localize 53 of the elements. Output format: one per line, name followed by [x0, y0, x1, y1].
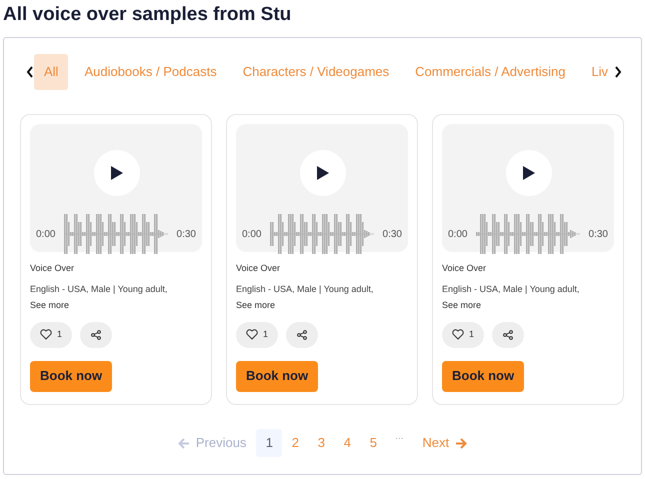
voice-details: English - USA, Male | Young adult,: [442, 282, 580, 296]
page-button[interactable]: 3: [308, 429, 334, 457]
section-title: All voice over samples from Stu: [3, 3, 292, 27]
next-button[interactable]: Next: [416, 433, 474, 453]
voice-details: English - USA, Male | Young adult,: [30, 282, 168, 296]
page-button[interactable]: 4: [334, 429, 360, 457]
start-time: 0:00: [36, 228, 56, 242]
like-button[interactable]: 1: [442, 322, 484, 348]
category-tab[interactable]: Liv: [581, 54, 614, 90]
share-button[interactable]: [492, 322, 524, 348]
pagination-ellipsis: ...: [394, 430, 405, 444]
voice-details: English - USA, Male | Young adult,: [236, 282, 374, 296]
category-tab[interactable]: All: [34, 54, 68, 90]
play-icon: [110, 165, 124, 181]
share-button[interactable]: [286, 322, 318, 348]
share-icon: [297, 330, 308, 340]
end-time: 0:30: [588, 228, 608, 242]
category-tab[interactable]: Audiobooks / Podcasts: [74, 54, 227, 90]
see-more-link[interactable]: See more: [30, 299, 202, 312]
book-now-button[interactable]: Book now: [30, 360, 112, 392]
like-button[interactable]: 1: [236, 322, 278, 348]
share-button[interactable]: [80, 322, 112, 348]
end-time: 0:30: [382, 228, 402, 242]
play-icon: [316, 165, 330, 181]
page-button[interactable]: 5: [360, 429, 386, 457]
category-label: Voice Over: [236, 262, 282, 275]
play-button[interactable]: [94, 150, 140, 196]
page-button[interactable]: 1: [256, 429, 282, 457]
book-now-button[interactable]: Book now: [236, 360, 318, 392]
share-icon: [503, 330, 514, 340]
book-now-button[interactable]: Book now: [442, 360, 524, 392]
start-time: 0:00: [242, 228, 262, 242]
chevron-right-icon[interactable]: [614, 66, 622, 78]
category-label: Voice Over: [30, 262, 76, 275]
play-button[interactable]: [300, 150, 346, 196]
heart-icon: [40, 329, 52, 340]
start-time: 0:00: [448, 228, 468, 242]
end-time: 0:30: [176, 228, 196, 242]
category-tab[interactable]: Commercials / Advertising: [405, 54, 576, 90]
heart-icon: [246, 329, 258, 340]
play-icon: [522, 165, 536, 181]
arrow-left-icon: [178, 438, 190, 448]
chevron-left-icon[interactable]: [26, 66, 34, 78]
heart-icon: [452, 329, 464, 340]
see-more-link[interactable]: See more: [442, 299, 614, 312]
share-icon: [91, 330, 102, 340]
like-button[interactable]: 1: [30, 322, 72, 348]
category-tab[interactable]: Characters / Videogames: [232, 54, 400, 90]
arrow-right-icon: [455, 438, 468, 448]
see-more-link[interactable]: See more: [236, 299, 408, 312]
page-button[interactable]: 2: [282, 429, 308, 457]
play-button[interactable]: [506, 150, 552, 196]
category-label: Voice Over: [442, 262, 488, 275]
